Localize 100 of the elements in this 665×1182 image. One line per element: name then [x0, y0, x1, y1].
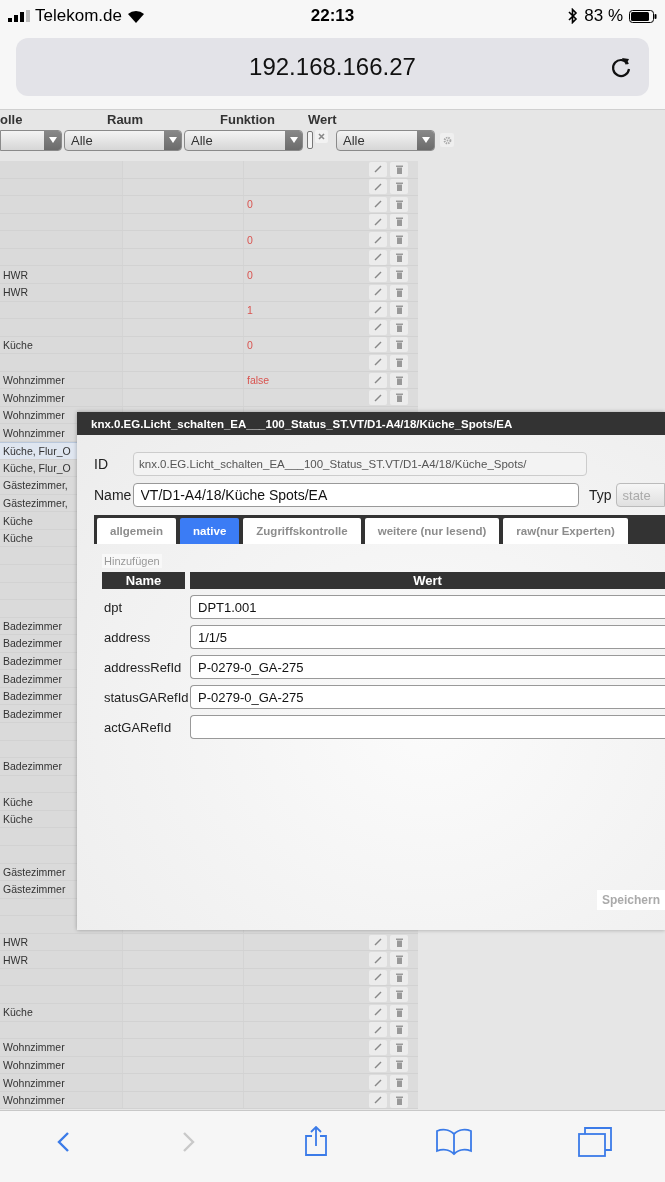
value-field[interactable]	[190, 715, 665, 739]
filter-select[interactable]: Alle	[64, 129, 182, 151]
edit-button[interactable]	[369, 179, 387, 195]
field-label: addressRefId	[103, 659, 183, 675]
edit-button[interactable]	[369, 161, 387, 177]
edit-button[interactable]	[369, 987, 387, 1003]
value-field[interactable]: P-0279-0_GA-275	[190, 685, 665, 709]
edit-button[interactable]	[369, 934, 387, 950]
address-bar[interactable]: 192.168.166.27	[16, 38, 649, 96]
trash-icon	[395, 972, 403, 982]
edit-button[interactable]	[369, 319, 387, 335]
caret-icon	[421, 137, 430, 143]
trash-icon	[395, 252, 403, 262]
delete-button[interactable]	[390, 1004, 408, 1020]
trash-icon	[395, 357, 403, 367]
table-cell: Wohnzimmer	[3, 409, 65, 422]
edit-button[interactable]	[369, 1022, 387, 1038]
delete-button[interactable]	[390, 390, 408, 406]
carrier-name: Telekom.de	[35, 6, 122, 26]
filter-box[interactable]	[307, 131, 313, 149]
edit-button[interactable]	[369, 952, 387, 968]
value-text: 1	[247, 303, 253, 316]
delete-button[interactable]	[390, 196, 408, 212]
caret-icon	[168, 137, 177, 143]
delete-button[interactable]	[390, 1057, 408, 1073]
column-header: olle	[0, 111, 24, 127]
table-row[interactable]	[0, 161, 418, 179]
table-cell: Wohnzimmer	[3, 374, 65, 387]
type-label: Typ	[588, 487, 612, 503]
table-cell: Gästezimmer,	[3, 496, 68, 509]
table-row[interactable]: Wohnzimmer	[0, 1039, 418, 1057]
edit-button[interactable]	[369, 249, 387, 265]
value-field[interactable]: DPT1.001	[190, 595, 665, 619]
table-cell: Wohnzimmer	[3, 1094, 65, 1107]
edit-button[interactable]	[369, 1075, 387, 1091]
delete-button[interactable]	[390, 161, 408, 177]
edit-button[interactable]	[369, 390, 387, 406]
id-field[interactable]: knx.0.EG.Licht_schalten_EA___100_Status_ST.VT/D1-A4/18/Küche_Spots/	[133, 452, 587, 476]
book-icon[interactable]	[434, 1126, 473, 1157]
delete-button[interactable]	[390, 232, 408, 248]
trash-icon	[395, 1025, 403, 1035]
delete-button[interactable]	[390, 952, 408, 968]
delete-button[interactable]	[390, 214, 408, 230]
delete-button[interactable]	[390, 354, 408, 370]
delete-button[interactable]	[390, 1092, 408, 1108]
reload-icon[interactable]	[611, 55, 633, 79]
edit-button[interactable]	[369, 196, 387, 212]
table-cell: Küche	[3, 813, 33, 826]
delete-button[interactable]	[390, 1039, 408, 1055]
table-row[interactable]	[0, 354, 418, 372]
value-field[interactable]: 1/1/5	[190, 625, 665, 649]
edit-button[interactable]	[369, 1039, 387, 1055]
delete-button[interactable]	[390, 987, 408, 1003]
table-row[interactable]: Küche	[0, 1004, 418, 1022]
delete-button[interactable]	[390, 969, 408, 985]
edit-button[interactable]	[369, 354, 387, 370]
delete-button[interactable]	[390, 249, 408, 265]
edit-button[interactable]	[369, 1057, 387, 1073]
edit-button[interactable]	[369, 302, 387, 318]
delete-button[interactable]	[390, 1075, 408, 1091]
trash-icon	[395, 1060, 403, 1070]
tabs-icon[interactable]	[578, 1125, 613, 1158]
delete-button[interactable]	[390, 319, 408, 335]
delete-button[interactable]	[390, 934, 408, 950]
clear-button[interactable]	[315, 129, 328, 143]
table-cell: Badezimmer	[3, 707, 62, 720]
table-cell: Küche	[3, 1006, 33, 1019]
delete-button[interactable]	[390, 284, 408, 300]
trash-icon	[395, 1095, 403, 1105]
edit-button[interactable]	[369, 1092, 387, 1108]
edit-button[interactable]	[369, 214, 387, 230]
edit-button[interactable]	[369, 1004, 387, 1020]
edit-button[interactable]	[369, 337, 387, 353]
edit-button[interactable]	[369, 284, 387, 300]
value-field[interactable]: P-0279-0_GA-275	[190, 655, 665, 679]
share-icon[interactable]	[303, 1125, 330, 1158]
delete-button[interactable]	[390, 267, 408, 283]
table-row[interactable]: HWR	[0, 951, 418, 969]
table-row[interactable]	[0, 986, 418, 1004]
delete-button[interactable]	[390, 179, 408, 195]
name-field[interactable]: VT/D1-A4/18/Küche Spots/EA	[132, 483, 579, 507]
trash-icon	[395, 182, 403, 192]
edit-button[interactable]	[369, 267, 387, 283]
table-row[interactable]: Wohnzimmer	[0, 1074, 418, 1092]
delete-button[interactable]	[390, 302, 408, 318]
tab[interactable]: native	[180, 518, 240, 544]
edit-button[interactable]	[369, 969, 387, 985]
value-text: false	[247, 374, 270, 387]
delete-button[interactable]	[390, 337, 408, 353]
filter-select[interactable]	[0, 129, 62, 151]
edit-button[interactable]	[369, 232, 387, 248]
delete-button[interactable]	[390, 1022, 408, 1038]
edit-button[interactable]	[369, 372, 387, 388]
filter-select[interactable]: Alle	[336, 129, 435, 151]
settings-button[interactable]	[440, 133, 454, 147]
filter-select[interactable]: Alle	[184, 129, 303, 151]
table-row[interactable]: Wohnzimmer	[0, 389, 418, 407]
table-row[interactable]	[0, 319, 418, 337]
table-row[interactable]: HWR 0	[0, 266, 418, 284]
delete-button[interactable]	[390, 372, 408, 388]
